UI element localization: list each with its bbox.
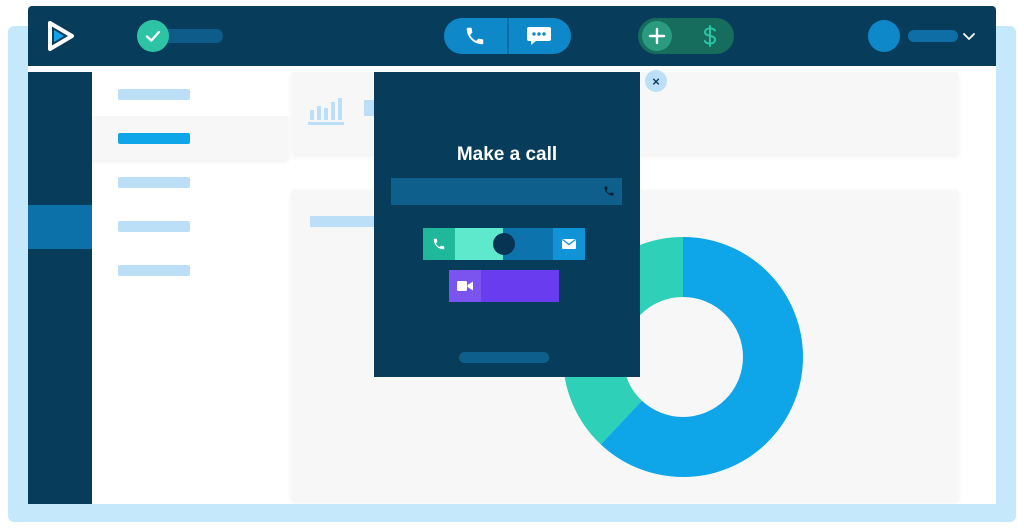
dial-phone-icon [604, 186, 614, 196]
nav-item-label-placeholder [118, 89, 190, 100]
dialog-title: Make a call [456, 144, 558, 165]
communication-pill [444, 18, 571, 54]
chart-title-placeholder [310, 216, 380, 227]
dialog-footer-placeholder [459, 352, 549, 363]
phone-number-input[interactable] [391, 178, 622, 205]
phone-icon [466, 27, 484, 45]
check-icon [145, 30, 161, 42]
secondary-nav [92, 72, 288, 504]
chevron-down-icon[interactable] [962, 30, 976, 42]
close-icon[interactable]: × [645, 70, 667, 92]
avatar[interactable] [868, 20, 900, 52]
make-call-dialog: Make a call [374, 72, 640, 377]
bar-chart-icon [308, 98, 344, 125]
video-camera-icon [457, 281, 473, 291]
video-call-option[interactable] [449, 270, 559, 302]
phone-icon [433, 238, 445, 250]
mode-slider-knob[interactable] [493, 233, 515, 255]
user-name-placeholder [908, 30, 958, 42]
add-button[interactable] [642, 21, 672, 51]
chat-bubble-icon [527, 27, 551, 45]
email-option[interactable] [553, 228, 585, 260]
play-logo-icon[interactable] [44, 20, 76, 52]
nav-item-label-placeholder [118, 133, 190, 144]
quick-actions-pill [638, 18, 734, 54]
video-icon-segment [449, 270, 481, 302]
call-button[interactable] [444, 18, 507, 54]
nav-item-label-placeholder [118, 221, 190, 232]
voice-call-option[interactable] [423, 228, 455, 260]
rail-item-active[interactable] [28, 205, 92, 249]
nav-item-label-placeholder [118, 177, 190, 188]
video-label-segment [481, 270, 559, 302]
availability-knob [137, 20, 169, 52]
app-window: Make a call × [28, 6, 996, 504]
nav-item-5[interactable] [92, 248, 288, 292]
nav-item-label-placeholder [118, 265, 190, 276]
call-mode-selector[interactable] [423, 228, 585, 260]
top-bar [28, 6, 996, 66]
left-rail [28, 72, 92, 504]
nav-item-1[interactable] [92, 72, 288, 116]
message-button[interactable] [509, 18, 571, 54]
plus-icon [648, 27, 666, 45]
availability-toggle[interactable] [137, 20, 225, 52]
stats-label-placeholder [364, 100, 374, 116]
dollar-icon[interactable] [698, 24, 722, 48]
nav-item-2-active[interactable] [92, 116, 288, 160]
mail-icon [562, 238, 576, 249]
nav-item-3[interactable] [92, 160, 288, 204]
nav-item-4[interactable] [92, 204, 288, 248]
user-menu[interactable] [868, 20, 980, 52]
